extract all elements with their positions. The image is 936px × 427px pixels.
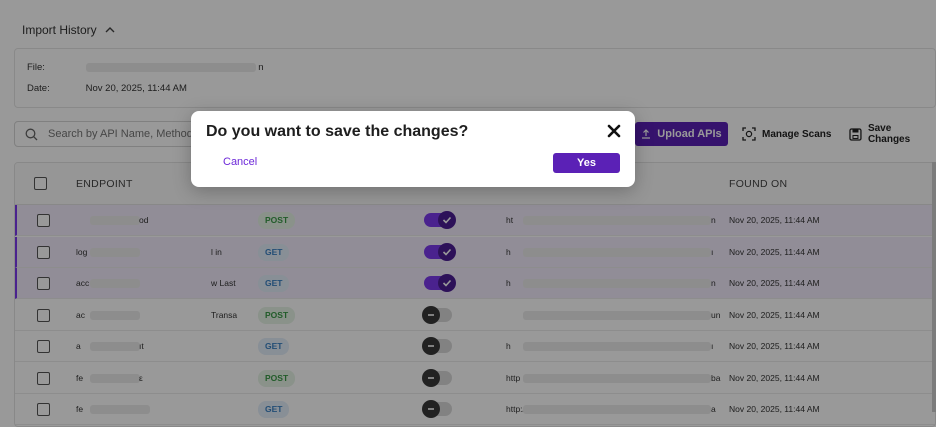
cancel-button[interactable]: Cancel	[223, 156, 257, 168]
close-icon[interactable]	[607, 124, 621, 138]
save-changes-dialog: Do you want to save the changes? Cancel …	[191, 111, 635, 187]
dialog-title: Do you want to save the changes?	[206, 123, 469, 140]
modal-backdrop[interactable]	[0, 0, 936, 427]
yes-button[interactable]: Yes	[553, 153, 620, 173]
